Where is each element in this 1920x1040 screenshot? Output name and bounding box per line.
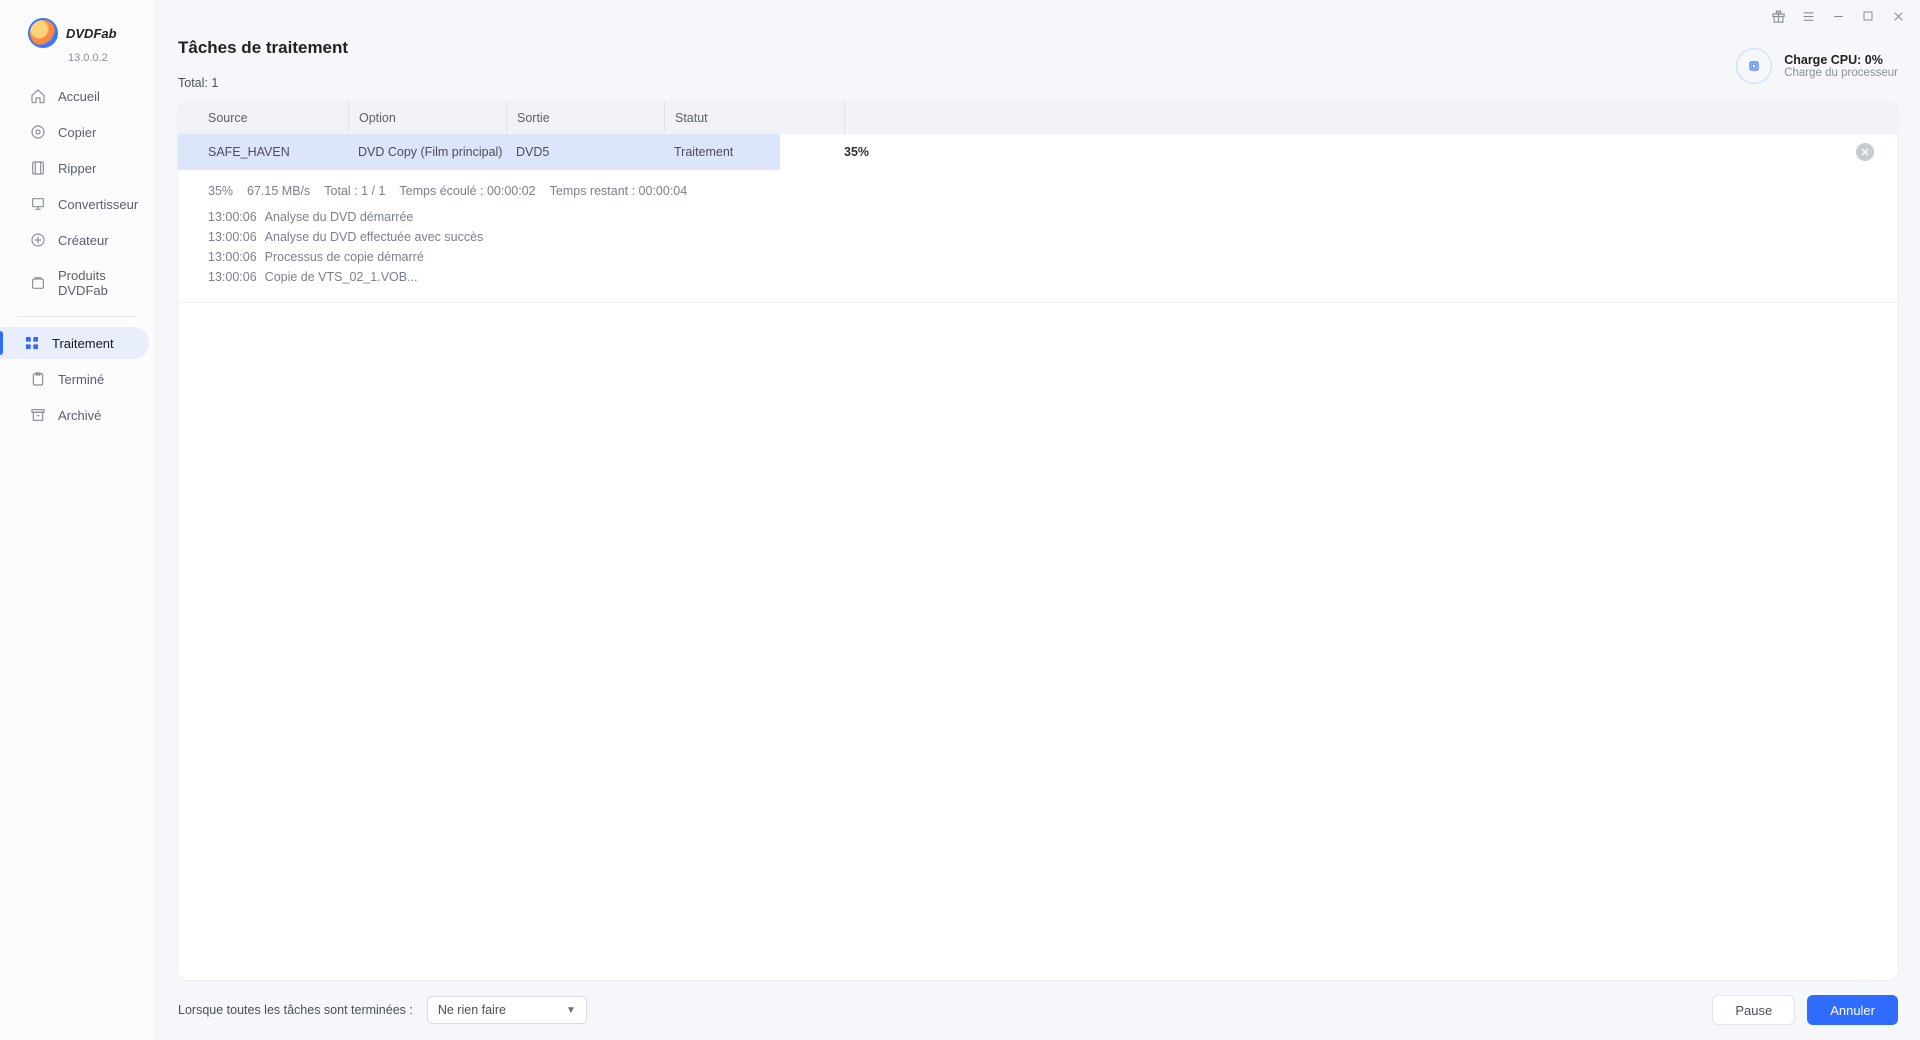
log-line: 13:00:06 Analyse du DVD démarrée: [208, 210, 1868, 224]
app-logo-icon: [28, 18, 58, 48]
content: Tâches de traitement Total: 1 Charge CPU…: [156, 32, 1920, 980]
sidebar-item-termine[interactable]: Terminé: [6, 363, 149, 395]
archived-icon: [30, 407, 46, 423]
table-row[interactable]: SAFE_HAVEN DVD Copy (Film principal) DVD…: [178, 134, 1898, 170]
tasks-panel: Source Option Sortie Statut SAFE_HAVEN D…: [178, 102, 1898, 980]
sidebar-item-label: Convertisseur: [58, 197, 138, 212]
page-header-left: Tâches de traitement Total: 1: [178, 38, 348, 90]
when-done-select-wrap: Ne rien faire ▼: [427, 996, 587, 1024]
sidebar-item-traitement[interactable]: Traitement: [0, 327, 149, 359]
footer: Lorsque toutes les tâches sont terminées…: [156, 980, 1920, 1040]
page-header-row: Tâches de traitement Total: 1 Charge CPU…: [178, 38, 1898, 90]
log-msg: Copie de VTS_02_1.VOB...: [265, 270, 418, 284]
titlebar: [156, 0, 1920, 32]
sidebar-item-copier[interactable]: Copier: [6, 116, 149, 148]
log-msg: Processus de copie démarré: [265, 250, 424, 264]
col-option: Option: [348, 102, 506, 134]
page-title: Tâches de traitement: [178, 38, 348, 58]
cell-percent: 35%: [844, 145, 904, 159]
stat-total: Total : 1 / 1: [324, 184, 385, 198]
log-time: 13:00:06: [208, 270, 257, 284]
stat-speed: 67.15 MB/s: [247, 184, 310, 198]
converter-icon: [30, 196, 46, 212]
menu-icon[interactable]: [1800, 8, 1816, 24]
stat-elapsed: Temps écoulé : 00:00:02: [399, 184, 535, 198]
app-version: 13.0.0.2: [0, 52, 155, 64]
sidebar-item-label: Accueil: [58, 89, 100, 104]
cpu-icon: [1736, 48, 1772, 84]
col-sortie: Sortie: [506, 102, 664, 134]
sidebar-item-label: Produits DVDFab: [58, 268, 137, 298]
col-source: Source: [178, 111, 348, 125]
sidebar-item-archive[interactable]: Archivé: [6, 399, 149, 431]
sidebar-item-label: Traitement: [52, 336, 114, 351]
total-value: 1: [211, 76, 218, 90]
stats-line: 35% 67.15 MB/s Total : 1 / 1 Temps écoul…: [208, 184, 1868, 198]
log-line: 13:00:06 Processus de copie démarré: [208, 250, 1868, 264]
processing-icon: [24, 335, 40, 351]
sidebar-item-createur[interactable]: Créateur: [6, 224, 149, 256]
sidebar-item-convertisseur[interactable]: Convertisseur: [6, 188, 149, 220]
total-label: Total:: [178, 76, 208, 90]
table-header: Source Option Sortie Statut: [178, 102, 1898, 134]
sidebar-item-label: Créateur: [58, 233, 109, 248]
log-line: 13:00:06 Analyse du DVD effectuée avec s…: [208, 230, 1868, 244]
log-line: 13:00:06 Copie de VTS_02_1.VOB...: [208, 270, 1868, 284]
sidebar-item-label: Ripper: [58, 161, 96, 176]
gift-icon[interactable]: [1770, 8, 1786, 24]
col-statut: Statut: [664, 102, 844, 134]
creator-icon: [30, 232, 46, 248]
stat-remaining: Temps restant : 00:00:04: [550, 184, 688, 198]
when-done-select[interactable]: Ne rien faire ▼: [427, 996, 587, 1024]
task-details: 35% 67.15 MB/s Total : 1 / 1 Temps écoul…: [178, 170, 1898, 303]
log-msg: Analyse du DVD démarrée: [265, 210, 414, 224]
sidebar-item-ripper[interactable]: Ripper: [6, 152, 149, 184]
chevron-down-icon: ▼: [566, 1005, 576, 1016]
sidebar: DVDFab 13.0.0.2 Accueil Copier Ripper Co…: [0, 0, 156, 1040]
when-done-value: Ne rien faire: [438, 1003, 506, 1017]
sidebar-item-produits[interactable]: Produits DVDFab: [6, 260, 149, 306]
log-time: 13:00:06: [208, 230, 257, 244]
cell-statut: Traitement: [664, 145, 844, 159]
col-rest: [844, 102, 1898, 134]
pause-button[interactable]: Pause: [1712, 995, 1795, 1025]
when-done-label: Lorsque toutes les tâches sont terminées…: [178, 1003, 413, 1017]
minimize-icon[interactable]: [1830, 8, 1846, 24]
finished-icon: [30, 371, 46, 387]
stat-percent: 35%: [208, 184, 233, 198]
ripper-icon: [30, 160, 46, 176]
log-msg: Analyse du DVD effectuée avec succès: [265, 230, 484, 244]
cell-source: SAFE_HAVEN: [178, 145, 348, 159]
copy-icon: [30, 124, 46, 140]
home-icon: [30, 88, 46, 104]
total-line: Total: 1: [178, 76, 348, 90]
cell-sortie: DVD5: [506, 145, 664, 159]
cpu-block: Charge CPU: 0% Charge du processeur: [1736, 48, 1898, 84]
cpu-subtitle: Charge du processeur: [1784, 67, 1898, 79]
cell-option: DVD Copy (Film principal): [348, 145, 506, 159]
sidebar-item-label: Archivé: [58, 408, 101, 423]
main-area: Tâches de traitement Total: 1 Charge CPU…: [156, 0, 1920, 1040]
cancel-button[interactable]: Annuler: [1807, 995, 1898, 1025]
close-icon[interactable]: [1890, 8, 1906, 24]
cpu-text: Charge CPU: 0% Charge du processeur: [1784, 53, 1898, 79]
sidebar-item-label: Copier: [58, 125, 96, 140]
maximize-icon[interactable]: [1860, 8, 1876, 24]
log-time: 13:00:06: [208, 210, 257, 224]
app-name: DVDFab: [66, 26, 117, 41]
log-time: 13:00:06: [208, 250, 257, 264]
sidebar-item-accueil[interactable]: Accueil: [6, 80, 149, 112]
row-cancel-button[interactable]: [1856, 143, 1874, 161]
cpu-title: Charge CPU: 0%: [1784, 53, 1898, 67]
sidebar-divider: [18, 316, 137, 317]
products-icon: [30, 275, 46, 291]
sidebar-item-label: Terminé: [58, 372, 104, 387]
